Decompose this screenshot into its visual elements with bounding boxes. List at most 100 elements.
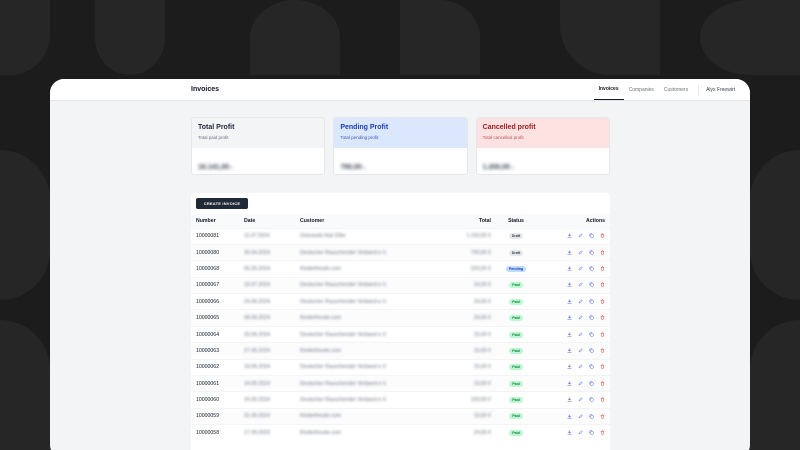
delete-icon[interactable] [600, 348, 605, 353]
tab-customers[interactable]: Customers [659, 79, 693, 100]
delete-icon[interactable] [600, 250, 605, 255]
edit-icon[interactable] [578, 414, 583, 419]
invoice-customer: Deutscher Rauschender Verband e.V. [295, 391, 426, 409]
delete-icon[interactable] [600, 381, 605, 386]
delete-icon[interactable] [600, 430, 605, 435]
create-invoice-button[interactable]: CREATE INVOICE [196, 198, 248, 209]
delete-icon[interactable] [600, 315, 605, 320]
delete-icon[interactable] [600, 397, 605, 402]
card-subtitle: Total paid profit [198, 135, 229, 140]
download-icon[interactable] [567, 413, 572, 419]
table-row[interactable]: 10000067 10.07.2024 Deutscher Rauschender … [191, 276, 610, 294]
delete-icon[interactable] [600, 266, 605, 271]
edit-icon[interactable] [578, 381, 583, 386]
download-icon[interactable] [567, 381, 572, 386]
edit-icon[interactable] [578, 332, 583, 337]
card-title: Total Profit [198, 124, 235, 131]
row-actions [536, 243, 610, 261]
duplicate-icon[interactable] [589, 414, 594, 419]
duplicate-icon[interactable] [589, 250, 594, 255]
main-nav: Invoices Companies Customers Alyx Freewi… [593, 79, 740, 100]
row-actions [536, 227, 610, 245]
edit-icon[interactable] [578, 364, 583, 369]
table-row[interactable]: 10000061 14.05.2024 Deutscher Rauschender … [191, 375, 610, 392]
edit-icon[interactable] [578, 299, 583, 304]
invoice-number: 10000081 [191, 227, 239, 245]
edit-icon[interactable] [578, 315, 583, 320]
edit-icon[interactable] [578, 250, 583, 255]
column-header-status[interactable]: Status [496, 214, 536, 228]
delete-icon[interactable] [600, 364, 605, 369]
download-icon[interactable] [567, 331, 572, 337]
delete-icon[interactable] [600, 414, 605, 419]
download-icon[interactable] [567, 233, 572, 238]
table-row[interactable]: 10000064 20.06.2024 Deutscher Rauschender … [191, 325, 610, 343]
download-icon[interactable] [567, 315, 572, 320]
invoice-total: 24,00 € [426, 293, 496, 310]
edit-icon[interactable] [578, 282, 583, 287]
duplicate-icon[interactable] [589, 430, 594, 435]
delete-icon[interactable] [600, 233, 605, 238]
invoice-number: 10000064 [191, 325, 239, 343]
total-profit-card: Total Profit Total paid profit 16.141,00… [191, 117, 326, 175]
duplicate-icon[interactable] [589, 299, 594, 304]
invoice-customer: Kinderfreude.com [295, 424, 426, 442]
delete-icon[interactable] [600, 332, 605, 337]
background-shape [95, 0, 165, 75]
row-actions [536, 276, 610, 294]
duplicate-icon[interactable] [589, 381, 594, 386]
invoice-total: 24,00 € [426, 309, 496, 327]
table-row[interactable]: 10000062 19.06.2024 Deutscher Rauschender … [191, 358, 610, 376]
table-header-row: Number Date Customer Total Status Action… [191, 214, 610, 228]
row-actions [536, 293, 610, 310]
table-row[interactable]: 10000080 30.04.2024 Deutscher Rauschender … [191, 243, 610, 261]
table-row[interactable]: 10000059 31.05.2024 Kinderfreude.com 15,00 … [191, 407, 610, 425]
edit-icon[interactable] [578, 430, 583, 435]
table-row[interactable]: 10000066 24.06.2024 Deutscher Rauschender … [191, 293, 610, 310]
delete-icon[interactable] [600, 282, 605, 287]
edit-icon[interactable] [578, 233, 583, 238]
duplicate-icon[interactable] [589, 364, 594, 369]
download-icon[interactable] [567, 282, 572, 288]
edit-icon[interactable] [578, 397, 583, 402]
tab-invoices[interactable]: Invoices [593, 79, 624, 100]
table-row[interactable]: 10000081 11.07.2024 Ostrowski Hair Elbe 1.1… [191, 227, 610, 245]
edit-icon[interactable] [578, 266, 583, 271]
download-icon[interactable] [567, 249, 572, 255]
status-badge: Paid [509, 413, 523, 420]
duplicate-icon[interactable] [589, 282, 594, 287]
table-row[interactable]: 10000068 05.05.2024 Kinderfreude.com 220,00… [191, 260, 610, 278]
invoice-number: 10000080 [191, 243, 239, 261]
column-header-number[interactable]: Number [191, 214, 239, 228]
download-icon[interactable] [567, 299, 572, 304]
duplicate-icon[interactable] [589, 233, 594, 238]
invoice-total: 15,00 € [426, 375, 496, 392]
download-icon[interactable] [567, 397, 572, 402]
table-row[interactable]: 10000058 17.05.2024 Kinderfreude.com 24,00 … [191, 424, 610, 442]
duplicate-icon[interactable] [589, 315, 594, 320]
summary-cards: Total Profit Total paid profit 16.141,00… [191, 117, 610, 175]
column-header-customer[interactable]: Customer [295, 214, 426, 228]
column-header-date[interactable]: Date [239, 214, 295, 228]
duplicate-icon[interactable] [589, 348, 594, 353]
edit-icon[interactable] [578, 348, 583, 353]
duplicate-icon[interactable] [589, 397, 594, 402]
invoice-number: 10000066 [191, 293, 239, 310]
download-icon[interactable] [567, 266, 572, 271]
download-icon[interactable] [567, 348, 572, 353]
table-row[interactable]: 10000060 15.05.2024 Deutscher Rauschender … [191, 391, 610, 409]
invoice-number: 10000067 [191, 276, 239, 294]
user-menu[interactable]: Alyx Freewirt [704, 87, 740, 93]
duplicate-icon[interactable] [589, 266, 594, 271]
table-row[interactable]: 10000063 27.06.2024 Kinderfreude.com 15,00 … [191, 342, 610, 360]
invoice-date: 10.07.2024 [239, 276, 295, 294]
download-icon[interactable] [567, 364, 572, 369]
delete-icon[interactable] [600, 299, 605, 304]
download-icon[interactable] [567, 430, 572, 435]
table-row[interactable]: 10000065 08.06.2024 Kinderfreude.com 24,00 … [191, 309, 610, 327]
tab-companies[interactable]: Companies [624, 79, 659, 100]
duplicate-icon[interactable] [589, 332, 594, 337]
column-header-total[interactable]: Total [426, 214, 496, 228]
invoice-date: 05.05.2024 [239, 260, 295, 278]
card-value: 1.200,00 € [482, 164, 514, 171]
